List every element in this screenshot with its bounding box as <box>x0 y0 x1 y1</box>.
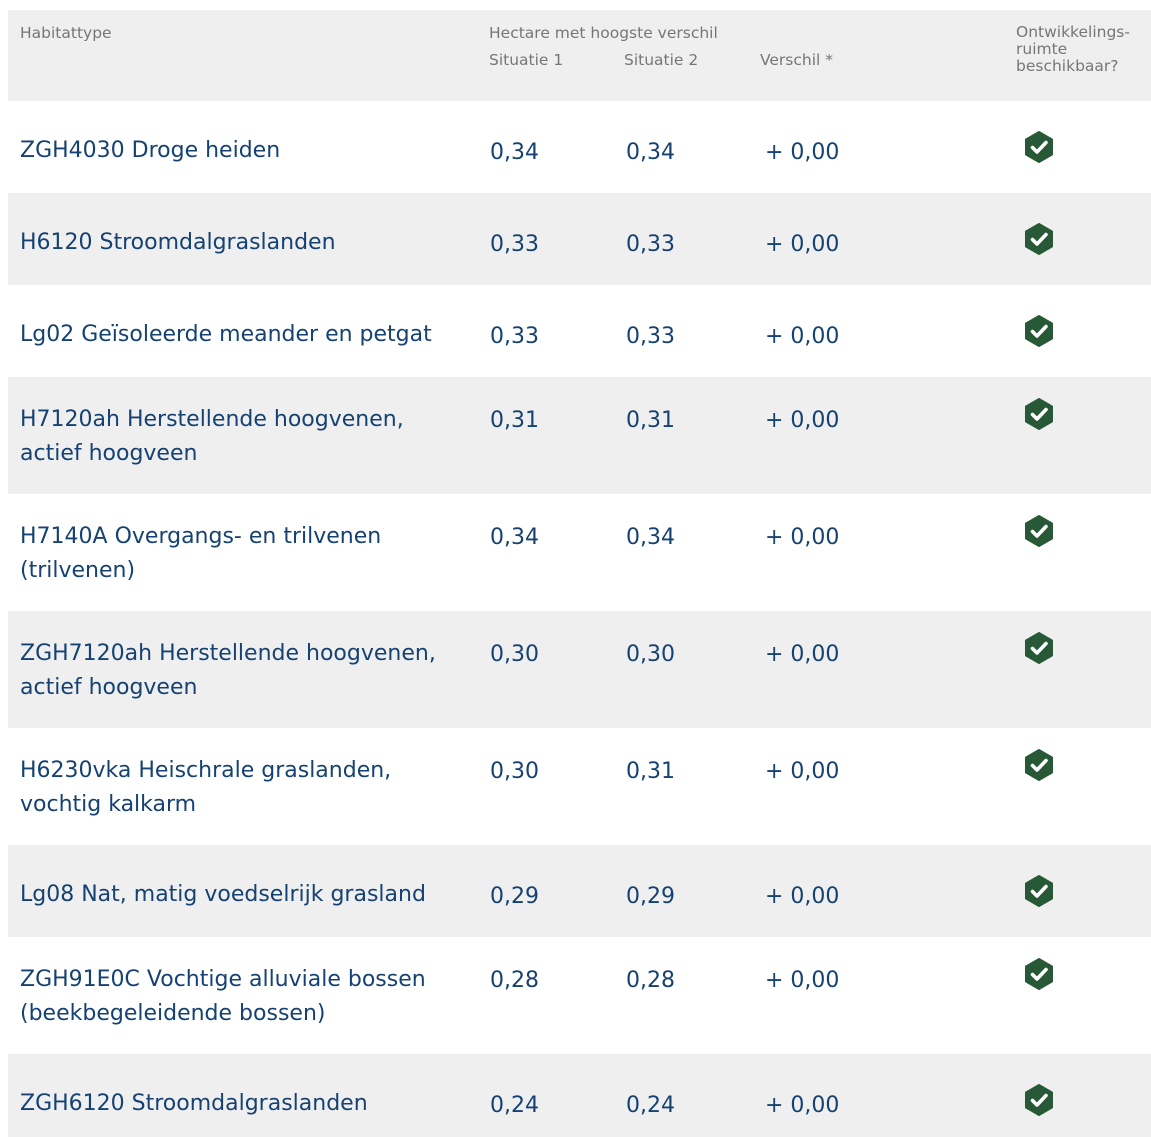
table-row: ZGH6120 Stroomdalgraslanden 0,24 0,24 + … <box>8 1054 1151 1137</box>
table-row: H6230vka Heischrale graslanden, vochtig … <box>8 728 1151 845</box>
situatie-2-value: 0,28 <box>626 968 675 993</box>
check-hexagon-icon <box>1022 222 1062 262</box>
header-verschil: Verschil * <box>760 51 834 69</box>
table-row: H6120 Stroomdalgraslanden 0,33 0,33 + 0,… <box>8 193 1151 285</box>
verschil-value: + 0,00 <box>765 642 840 667</box>
verschil-value: + 0,00 <box>765 759 840 784</box>
situatie-1-value: 0,34 <box>490 525 539 550</box>
check-hexagon-icon <box>1022 748 1062 788</box>
table-row: ZGH91E0C Vochtige alluviale bossen (beek… <box>8 937 1151 1054</box>
check-hexagon-icon <box>1022 130 1062 170</box>
verschil-value: + 0,00 <box>765 968 840 993</box>
check-hexagon-icon <box>1022 397 1062 437</box>
header-situatie-1: Situatie 1 <box>489 51 564 69</box>
habitat-name: H7120ah Herstellende hoogvenen, actief h… <box>20 407 404 466</box>
situatie-1-value: 0,34 <box>490 140 539 165</box>
habitat-name: ZGH91E0C Vochtige alluviale bossen (beek… <box>20 967 426 1026</box>
habitat-name: ZGH7120ah Herstellende hoogvenen, actief… <box>20 641 436 700</box>
header-habitat-type: Habitattype <box>20 24 112 42</box>
habitat-name: H6230vka Heischrale graslanden, vochtig … <box>20 758 392 817</box>
verschil-value: + 0,00 <box>765 525 840 550</box>
header-ontwikkelingsruimte: Ontwikkelings-ruimte beschikbaar? <box>1016 23 1130 75</box>
situatie-2-value: 0,33 <box>626 324 675 349</box>
habitat-table: Habitattype Hectare met hoogste verschil… <box>8 10 1151 1137</box>
table-row: Lg02 Geïsoleerde meander en petgat 0,33 … <box>8 285 1151 377</box>
check-hexagon-icon <box>1022 874 1062 914</box>
habitat-name: Lg02 Geïsoleerde meander en petgat <box>20 322 432 347</box>
situatie-1-value: 0,24 <box>490 1093 539 1118</box>
habitat-name: ZGH4030 Droge heiden <box>20 138 281 163</box>
table-body: ZGH4030 Droge heiden 0,34 0,34 + 0,00 H6… <box>8 101 1151 1137</box>
check-hexagon-icon <box>1022 631 1062 671</box>
header-situatie-2: Situatie 2 <box>624 51 699 69</box>
verschil-value: + 0,00 <box>765 324 840 349</box>
verschil-value: + 0,00 <box>765 408 840 433</box>
situatie-1-value: 0,28 <box>490 968 539 993</box>
situatie-1-value: 0,33 <box>490 232 539 257</box>
situatie-1-value: 0,29 <box>490 884 539 909</box>
verschil-value: + 0,00 <box>765 140 840 165</box>
situatie-1-value: 0,31 <box>490 408 539 433</box>
situatie-1-value: 0,30 <box>490 642 539 667</box>
check-hexagon-icon <box>1022 514 1062 554</box>
table-row: H7140A Overgangs- en trilvenen (trilvene… <box>8 494 1151 611</box>
table-header: Habitattype Hectare met hoogste verschil… <box>8 10 1151 101</box>
header-hectare-group: Hectare met hoogste verschil <box>489 24 718 42</box>
table-row: Lg08 Nat, matig voedselrijk grasland 0,2… <box>8 845 1151 937</box>
situatie-1-value: 0,30 <box>490 759 539 784</box>
situatie-2-value: 0,30 <box>626 642 675 667</box>
situatie-2-value: 0,33 <box>626 232 675 257</box>
situatie-2-value: 0,34 <box>626 525 675 550</box>
situatie-2-value: 0,24 <box>626 1093 675 1118</box>
table-row: ZGH4030 Droge heiden 0,34 0,34 + 0,00 <box>8 101 1151 193</box>
habitat-name: H7140A Overgangs- en trilvenen (trilvene… <box>20 524 382 583</box>
habitat-name: ZGH6120 Stroomdalgraslanden <box>20 1091 368 1116</box>
table-row: H7120ah Herstellende hoogvenen, actief h… <box>8 377 1151 494</box>
situatie-2-value: 0,31 <box>626 759 675 784</box>
check-hexagon-icon <box>1022 314 1062 354</box>
verschil-value: + 0,00 <box>765 1093 840 1118</box>
verschil-value: + 0,00 <box>765 232 840 257</box>
habitat-name: H6120 Stroomdalgraslanden <box>20 230 336 255</box>
habitat-name: Lg08 Nat, matig voedselrijk grasland <box>20 882 426 907</box>
situatie-2-value: 0,29 <box>626 884 675 909</box>
situatie-1-value: 0,33 <box>490 324 539 349</box>
table-row: ZGH7120ah Herstellende hoogvenen, actief… <box>8 611 1151 728</box>
check-hexagon-icon <box>1022 1083 1062 1123</box>
verschil-value: + 0,00 <box>765 884 840 909</box>
check-hexagon-icon <box>1022 957 1062 997</box>
situatie-2-value: 0,31 <box>626 408 675 433</box>
situatie-2-value: 0,34 <box>626 140 675 165</box>
